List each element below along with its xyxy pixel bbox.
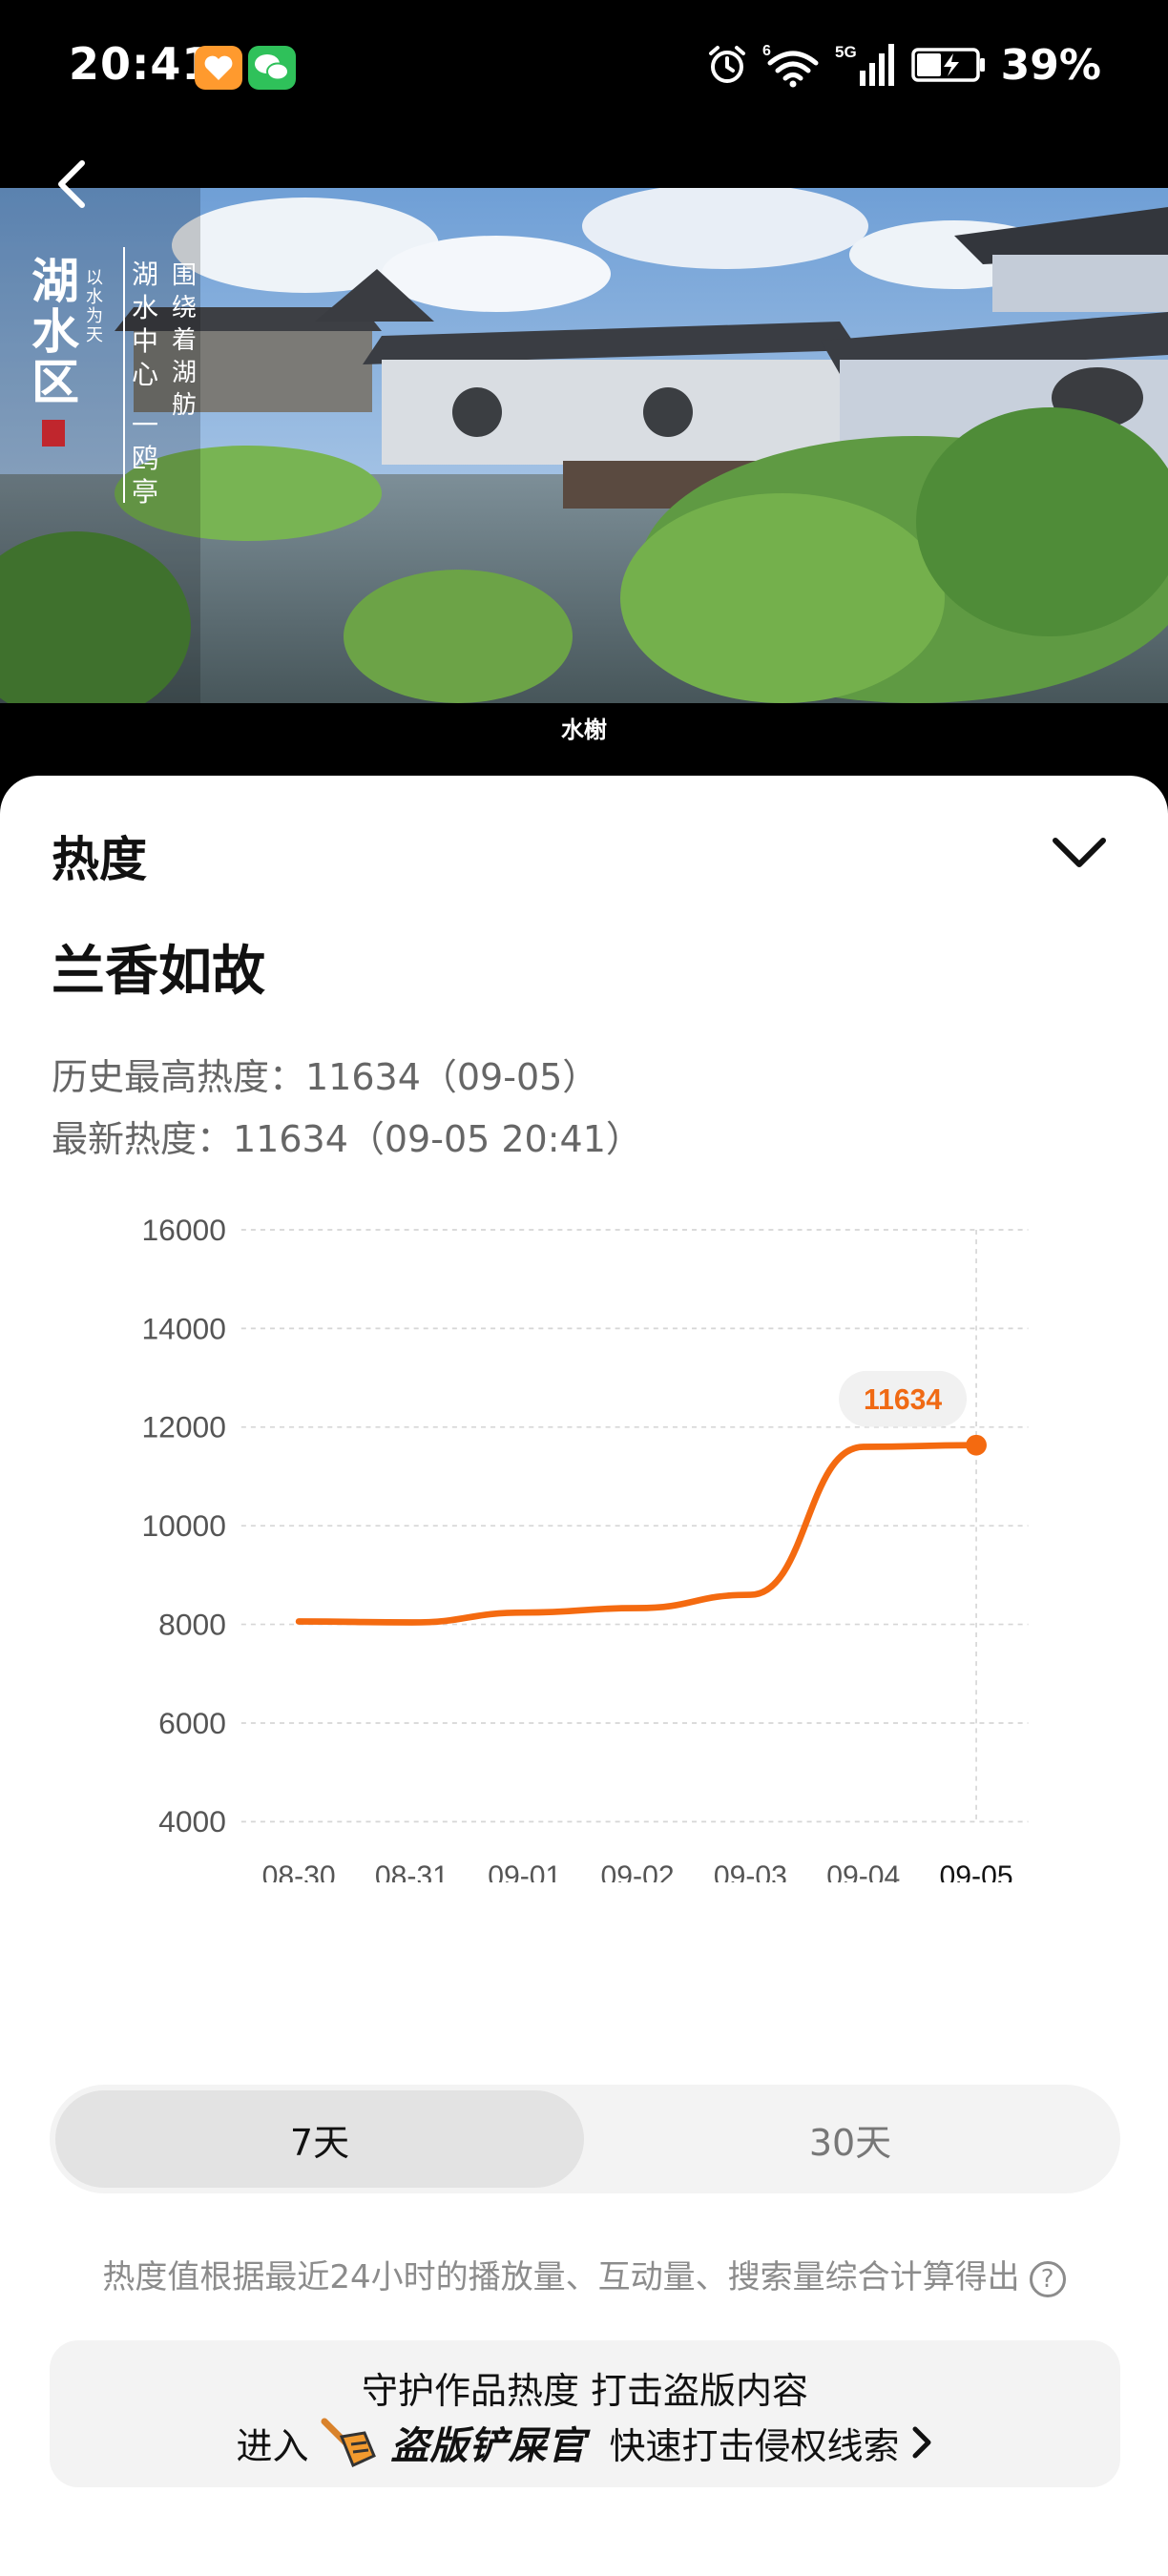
heat-footnote: 热度值根据最近24小时的播放量、互动量、搜索量综合计算得出? [0,2251,1168,2297]
x-tick-label: 09-02 [601,1860,675,1882]
data-point [966,1434,987,1456]
work-title: 兰香如故 [52,941,265,1003]
video-player[interactable]: 湖 水 区 以水为天 湖水中心 一鸥亭 围绕着湖舫 水榭 [0,138,1168,776]
x-tick-label: 08-31 [375,1860,448,1882]
help-icon[interactable]: ? [1029,2260,1066,2297]
wifi-badge: 6 [762,43,771,59]
alarm-icon [708,46,745,83]
promo-prefix: 进入 [236,2424,309,2467]
svg-text:湖: 湖 [132,259,158,290]
svg-text:着: 着 [172,326,197,355]
heat-chart: 4000 6000 8000 10000 12000 14000 16000 08-30 08-… [0,1195,1168,2016]
range-option-30d[interactable]: 30天 [586,2090,1115,2188]
overlay-char-3: 区 [31,354,79,410]
svg-text:水: 水 [86,287,103,307]
x-tick-label: 09-03 [714,1860,787,1882]
y-tick-label: 10000 [142,1508,226,1543]
svg-text:中: 中 [132,325,158,357]
svg-text:以: 以 [86,268,103,288]
overlay-poem: 湖水中心 一鸥亭 [132,259,158,508]
svg-text:湖: 湖 [172,359,197,387]
peak-heat-line: 历史最高热度：11634（09-05） [52,1056,599,1098]
svg-text:鸥: 鸥 [132,443,158,474]
shovel-icon [321,2418,376,2468]
chevron-down-icon [1053,838,1106,867]
heat-chart-svg: 4000 6000 8000 10000 12000 14000 16000 08-30 08-… [142,1213,1029,1882]
range-option-7d[interactable]: 7天 [55,2090,584,2188]
app-badge-icon [195,46,242,90]
battery-icon [910,48,985,82]
y-tick-label: 12000 [142,1410,226,1444]
collapse-button[interactable] [1048,829,1111,877]
video-subtitle: 水榭 [561,717,607,743]
back-arrow-icon [58,160,85,208]
range-toggle: 7天 30天 [50,2085,1120,2193]
svg-text:一: 一 [132,409,158,441]
network-type: 5G [835,43,857,61]
svg-text:为: 为 [86,306,103,326]
status-time: 20:41 [69,38,214,90]
chevron-right-icon [912,2426,931,2459]
promo-action: 快速打击侵权线索 [609,2424,900,2467]
y-tick-label: 4000 [158,1804,226,1839]
promo-action-row: 进入 盗版铲屎官 快速打击侵权线索 [50,2417,1120,2468]
signal-icon: 5G [835,43,894,86]
promo-headline: 守护作品热度 打击盗版内容 [361,2370,809,2412]
svg-text:舫: 舫 [172,391,197,420]
anti-piracy-card[interactable]: 守护作品热度 打击盗版内容 进入 盗版铲屎官 快速打击侵权线索 [50,2340,1120,2487]
status-icons: 6 5G 39% [705,38,1101,92]
status-bar: 20:41 6 5G 39% [0,0,1168,138]
overlay-char-2: 水 [31,303,80,360]
wifi-icon: 6 [762,43,819,88]
x-tick-label: 09-01 [488,1860,561,1882]
overlay-char-1: 湖 [31,253,79,309]
promo-brand: 盗版铲屎官 [390,2424,587,2468]
svg-text:天: 天 [86,325,103,345]
battery-percent: 39% [1000,40,1101,90]
footnote-text: 热度值根据最近24小时的播放量、互动量、搜索量综合计算得出 [102,2258,1020,2296]
y-tick-label: 16000 [142,1213,226,1247]
back-button[interactable] [46,156,103,213]
series-line [295,1442,980,1626]
overlay-small-text: 以水为天 [86,268,103,345]
svg-text:水: 水 [132,292,158,323]
y-tick-label: 6000 [158,1706,226,1740]
overlay-poem-far: 围绕着湖舫 [172,261,197,420]
y-tick-label: 8000 [158,1607,226,1641]
sheet-title: 热度 [52,832,147,887]
x-tick-label: 09-04 [826,1860,900,1882]
x-tick-label: 08-30 [262,1860,336,1882]
video-scene-image: 湖 水 区 以水为天 湖水中心 一鸥亭 围绕着湖舫 [0,188,1168,703]
svg-text:围: 围 [172,261,197,290]
svg-text:绕: 绕 [172,294,197,322]
svg-text:亭: 亭 [132,476,158,508]
latest-heat-line: 最新热度：11634（09-05 20:41） [52,1118,642,1160]
svg-text:心: 心 [132,359,158,390]
heat-sheet: 热度 兰香如故 历史最高热度：11634（09-05） 最新热度：11634（0… [0,776,1168,2576]
wechat-icon [248,46,296,90]
video-frame[interactable]: 湖 水 区 以水为天 湖水中心 一鸥亭 围绕着湖舫 [0,188,1168,703]
y-tick-label: 14000 [142,1311,226,1345]
peak-value-label: 11634 [864,1384,942,1416]
x-tick-label: 09-05 [940,1860,1013,1882]
